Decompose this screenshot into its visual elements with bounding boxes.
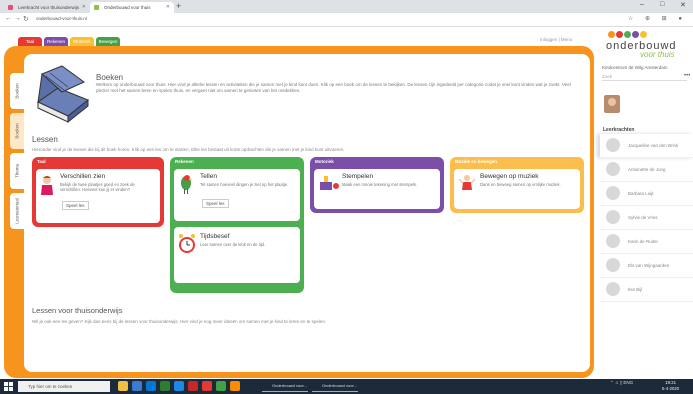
- stamp-picture-icon: [320, 176, 339, 190]
- browser-tab[interactable]: Leerkracht voor thuisonderwijs ✕: [4, 2, 90, 13]
- lesson-description: Bekijk de twee plaatjes goed en zoek de …: [60, 182, 135, 192]
- play-lesson-button[interactable]: Speel les: [202, 199, 229, 208]
- leerkrachten-heading: Leerkrachten: [603, 127, 635, 133]
- reload-icon[interactable]: ↻: [23, 15, 29, 23]
- close-tab-icon[interactable]: ✕: [166, 2, 170, 13]
- browser-tab-label: Leerkracht voor thuisonderwijs: [18, 5, 80, 10]
- app-icon[interactable]: [202, 381, 212, 391]
- lesson-title: Tellen: [200, 173, 217, 180]
- back-icon[interactable]: ←: [5, 15, 12, 22]
- school-name: Kindcentrum de Wilg Amsterdam: [602, 65, 668, 70]
- book-title: Boeken: [96, 73, 124, 82]
- avatar: [606, 234, 620, 248]
- lesson-title: Stempelen: [342, 173, 374, 180]
- side-tab-boeken[interactable]: Boeken: [10, 73, 24, 109]
- side-tab-boeken-2[interactable]: Boeken: [10, 113, 24, 149]
- teacher-item[interactable]: Jacqueline van den Brink: [600, 134, 693, 158]
- lesson-card[interactable]: Verschillen zien Bekijk de twee plaatjes…: [36, 169, 160, 223]
- edge-icon[interactable]: [132, 381, 142, 391]
- top-links[interactable]: Inloggen | Menu: [540, 37, 572, 42]
- teacher-item[interactable]: Ilse Bijl: [600, 278, 693, 302]
- url-field[interactable]: onderbouwd-voor-thuis.nl: [36, 16, 87, 21]
- play-lesson-button[interactable]: Speel les: [62, 201, 89, 210]
- lesson-description: Leer samen over de klok en de tijd.: [200, 242, 266, 247]
- lesson-description: Tel samen hoeveel dingen je ziet op het …: [200, 182, 289, 187]
- lesson-title: Bewegen op muziek: [480, 173, 539, 180]
- teacher-item[interactable]: Sylvie de Vries: [600, 206, 693, 230]
- avatar: [606, 186, 620, 200]
- avatar: [606, 138, 620, 152]
- lessen-heading: Lessen: [32, 135, 58, 144]
- dancing-child-picture-icon: [458, 175, 476, 190]
- category-rekenen: Rekenen Tellen Tel samen hoeveel dingen …: [170, 157, 304, 293]
- avatar[interactable]: [604, 95, 620, 113]
- taskbar-search-input[interactable]: Typ hier om te zoeken: [18, 381, 110, 392]
- forward-icon[interactable]: →: [14, 15, 21, 22]
- main-content: Boeken Welkom op onderbouwd voor thuis. …: [24, 54, 590, 372]
- browser-tab-bar: Leerkracht voor thuisonderwijs ✕ Onderbo…: [0, 0, 693, 13]
- lesson-card[interactable]: Stempelen Maak een mooie tekening met st…: [314, 169, 440, 209]
- book-description: Welkom op onderbouwd voor thuis. Hier vi…: [96, 82, 571, 93]
- category-motoriek: Motoriek Stempelen Maak een mooie tekeni…: [310, 157, 444, 213]
- lesson-card[interactable]: Bewegen op muziek Dans en beweeg samen o…: [454, 169, 580, 209]
- book-icon: [37, 65, 89, 124]
- teacher-item[interactable]: Barbara Luijt: [600, 182, 693, 206]
- browser-tab-label: Onderbouwd voor thuis: [104, 5, 151, 10]
- favicon-icon: [8, 5, 13, 10]
- category-muziek-bewegen: Muziek en bewegen Bewegen op muziek Dans…: [450, 157, 584, 213]
- teacher-item[interactable]: Antoinette de Jong: [600, 158, 693, 182]
- lesson-description: Maak een mooie tekening met stempels.: [342, 182, 418, 187]
- girl-picture-icon: [41, 176, 53, 195]
- alarm-clock-picture-icon: [179, 234, 195, 253]
- lessen-intro: Hieronder vind je de lessen die bij dit …: [32, 147, 345, 152]
- lesson-title: Tijdsbesef: [200, 233, 230, 240]
- close-tab-icon[interactable]: ✕: [82, 2, 86, 13]
- avatar: [606, 258, 620, 272]
- browser-tab-active[interactable]: Onderbouwd voor thuis ✕: [90, 2, 174, 13]
- mail-icon[interactable]: [146, 381, 156, 391]
- excel-icon[interactable]: [160, 381, 170, 391]
- lesson-card[interactable]: Tijdsbesef Leer samen over de klok en de…: [174, 227, 300, 283]
- side-tab-lesmateriaal[interactable]: Lesmateriaal: [10, 193, 24, 229]
- logo-subtext: voor thuis: [640, 50, 675, 59]
- app-icon[interactable]: [216, 381, 226, 391]
- avatar: [606, 282, 620, 296]
- page: Taal Rekenen Motoriek Bewegen Inloggen |…: [0, 27, 693, 379]
- taskbar-window[interactable]: Onderbouwd voor...: [262, 380, 308, 392]
- side-tab-thema[interactable]: Thema: [10, 153, 24, 189]
- app-icon[interactable]: [230, 381, 240, 391]
- more-icon[interactable]: •••: [684, 73, 690, 79]
- system-tray[interactable]: ⌃ ♫ ▯ ENG: [610, 380, 633, 386]
- close-window-button[interactable]: ✕: [680, 1, 686, 9]
- teacher-search-input[interactable]: Zoek: [602, 73, 687, 81]
- word-icon[interactable]: [174, 381, 184, 391]
- avatar: [606, 162, 620, 176]
- thuisonderwijs-heading: Lessen voor thuisonderwijs: [32, 306, 123, 315]
- taskbar: Typ hier om te zoeken Onderbouwd voor...…: [0, 379, 693, 394]
- lesson-title: Verschillen zien: [60, 173, 106, 180]
- favicon-icon: [94, 5, 99, 10]
- minimize-button[interactable]: –: [640, 1, 644, 8]
- category-taal: Taal Verschillen zien Bekijk de twee pla…: [32, 157, 164, 227]
- windows-start-icon[interactable]: [4, 382, 13, 391]
- powerpoint-icon[interactable]: [188, 381, 198, 391]
- lesson-description: Dans en beweeg samen op vrolijke muziek.: [480, 182, 561, 187]
- teacher-item[interactable]: Karin de Ruiter: [600, 230, 693, 254]
- extension-icons[interactable]: ☆ ⊕ ⊞ ●: [628, 15, 687, 22]
- address-bar: ← → ↻ onderbouwd-voor-thuis.nl ☆ ⊕ ⊞ ●: [0, 13, 693, 27]
- teacher-item[interactable]: Els van Wijngaarden: [600, 254, 693, 278]
- parrot-picture-icon: [181, 175, 193, 194]
- file-explorer-icon[interactable]: [118, 381, 128, 391]
- avatar: [606, 210, 620, 224]
- taskbar-window[interactable]: Onderbouwd voor...: [312, 380, 358, 392]
- maximize-button[interactable]: □: [660, 1, 664, 8]
- lesson-card[interactable]: Tellen Tel samen hoeveel dingen je ziet …: [174, 169, 300, 221]
- thuisonderwijs-text: Wil je ook een les geven? Kijk dan eens …: [32, 319, 327, 324]
- taskbar-clock[interactable]: 19:21 5-4-2020: [662, 380, 679, 392]
- new-tab-button[interactable]: +: [176, 1, 181, 11]
